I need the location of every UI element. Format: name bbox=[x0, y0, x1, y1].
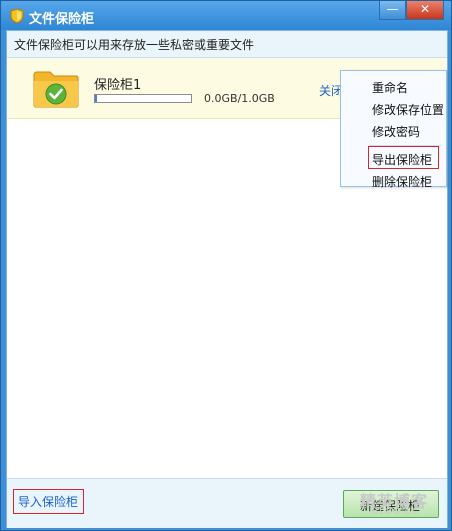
title-bar[interactable]: 文件保险柜 — ✕ bbox=[1, 1, 451, 30]
menu-item-label: 修改保存位置 bbox=[372, 103, 445, 117]
info-text: 文件保险柜可以用来存放一些私密或重要文件 bbox=[14, 38, 255, 52]
menu-item-change-password[interactable]: 修改密码 bbox=[341, 120, 446, 142]
folder-check-icon bbox=[33, 71, 79, 108]
usage-progress-bar bbox=[94, 94, 192, 103]
export-highlight-box bbox=[368, 146, 439, 169]
minimize-button[interactable]: — bbox=[379, 1, 406, 20]
import-highlight-box bbox=[13, 489, 84, 514]
window-title: 文件保险柜 bbox=[29, 12, 95, 27]
options-menu: 重命名 修改保存位置 修改密码 导出保险柜 删除保险柜 bbox=[340, 70, 447, 189]
watermark-subtext: BLOG.CC bbox=[372, 507, 420, 517]
minimize-icon: — bbox=[386, 2, 399, 16]
close-window-button[interactable]: ✕ bbox=[406, 1, 444, 20]
menu-item-label: 重命名 bbox=[372, 81, 409, 95]
shield-icon bbox=[10, 8, 24, 24]
vault-name: 保险柜1 bbox=[94, 78, 142, 93]
close-icon: ✕ bbox=[419, 2, 431, 16]
menu-item-label: 删除保险柜 bbox=[372, 175, 433, 189]
usage-progress-fill bbox=[95, 95, 97, 102]
menu-item-rename[interactable]: 重命名 bbox=[341, 76, 446, 98]
menu-item-change-location[interactable]: 修改保存位置 bbox=[341, 98, 446, 120]
menu-item-delete[interactable]: 删除保险柜 bbox=[341, 170, 446, 192]
usage-size-text: 0.0GB/1.0GB bbox=[204, 92, 275, 105]
menu-item-label: 修改密码 bbox=[372, 125, 421, 139]
info-bar: 文件保险柜可以用来存放一些私密或重要文件 bbox=[7, 31, 447, 58]
